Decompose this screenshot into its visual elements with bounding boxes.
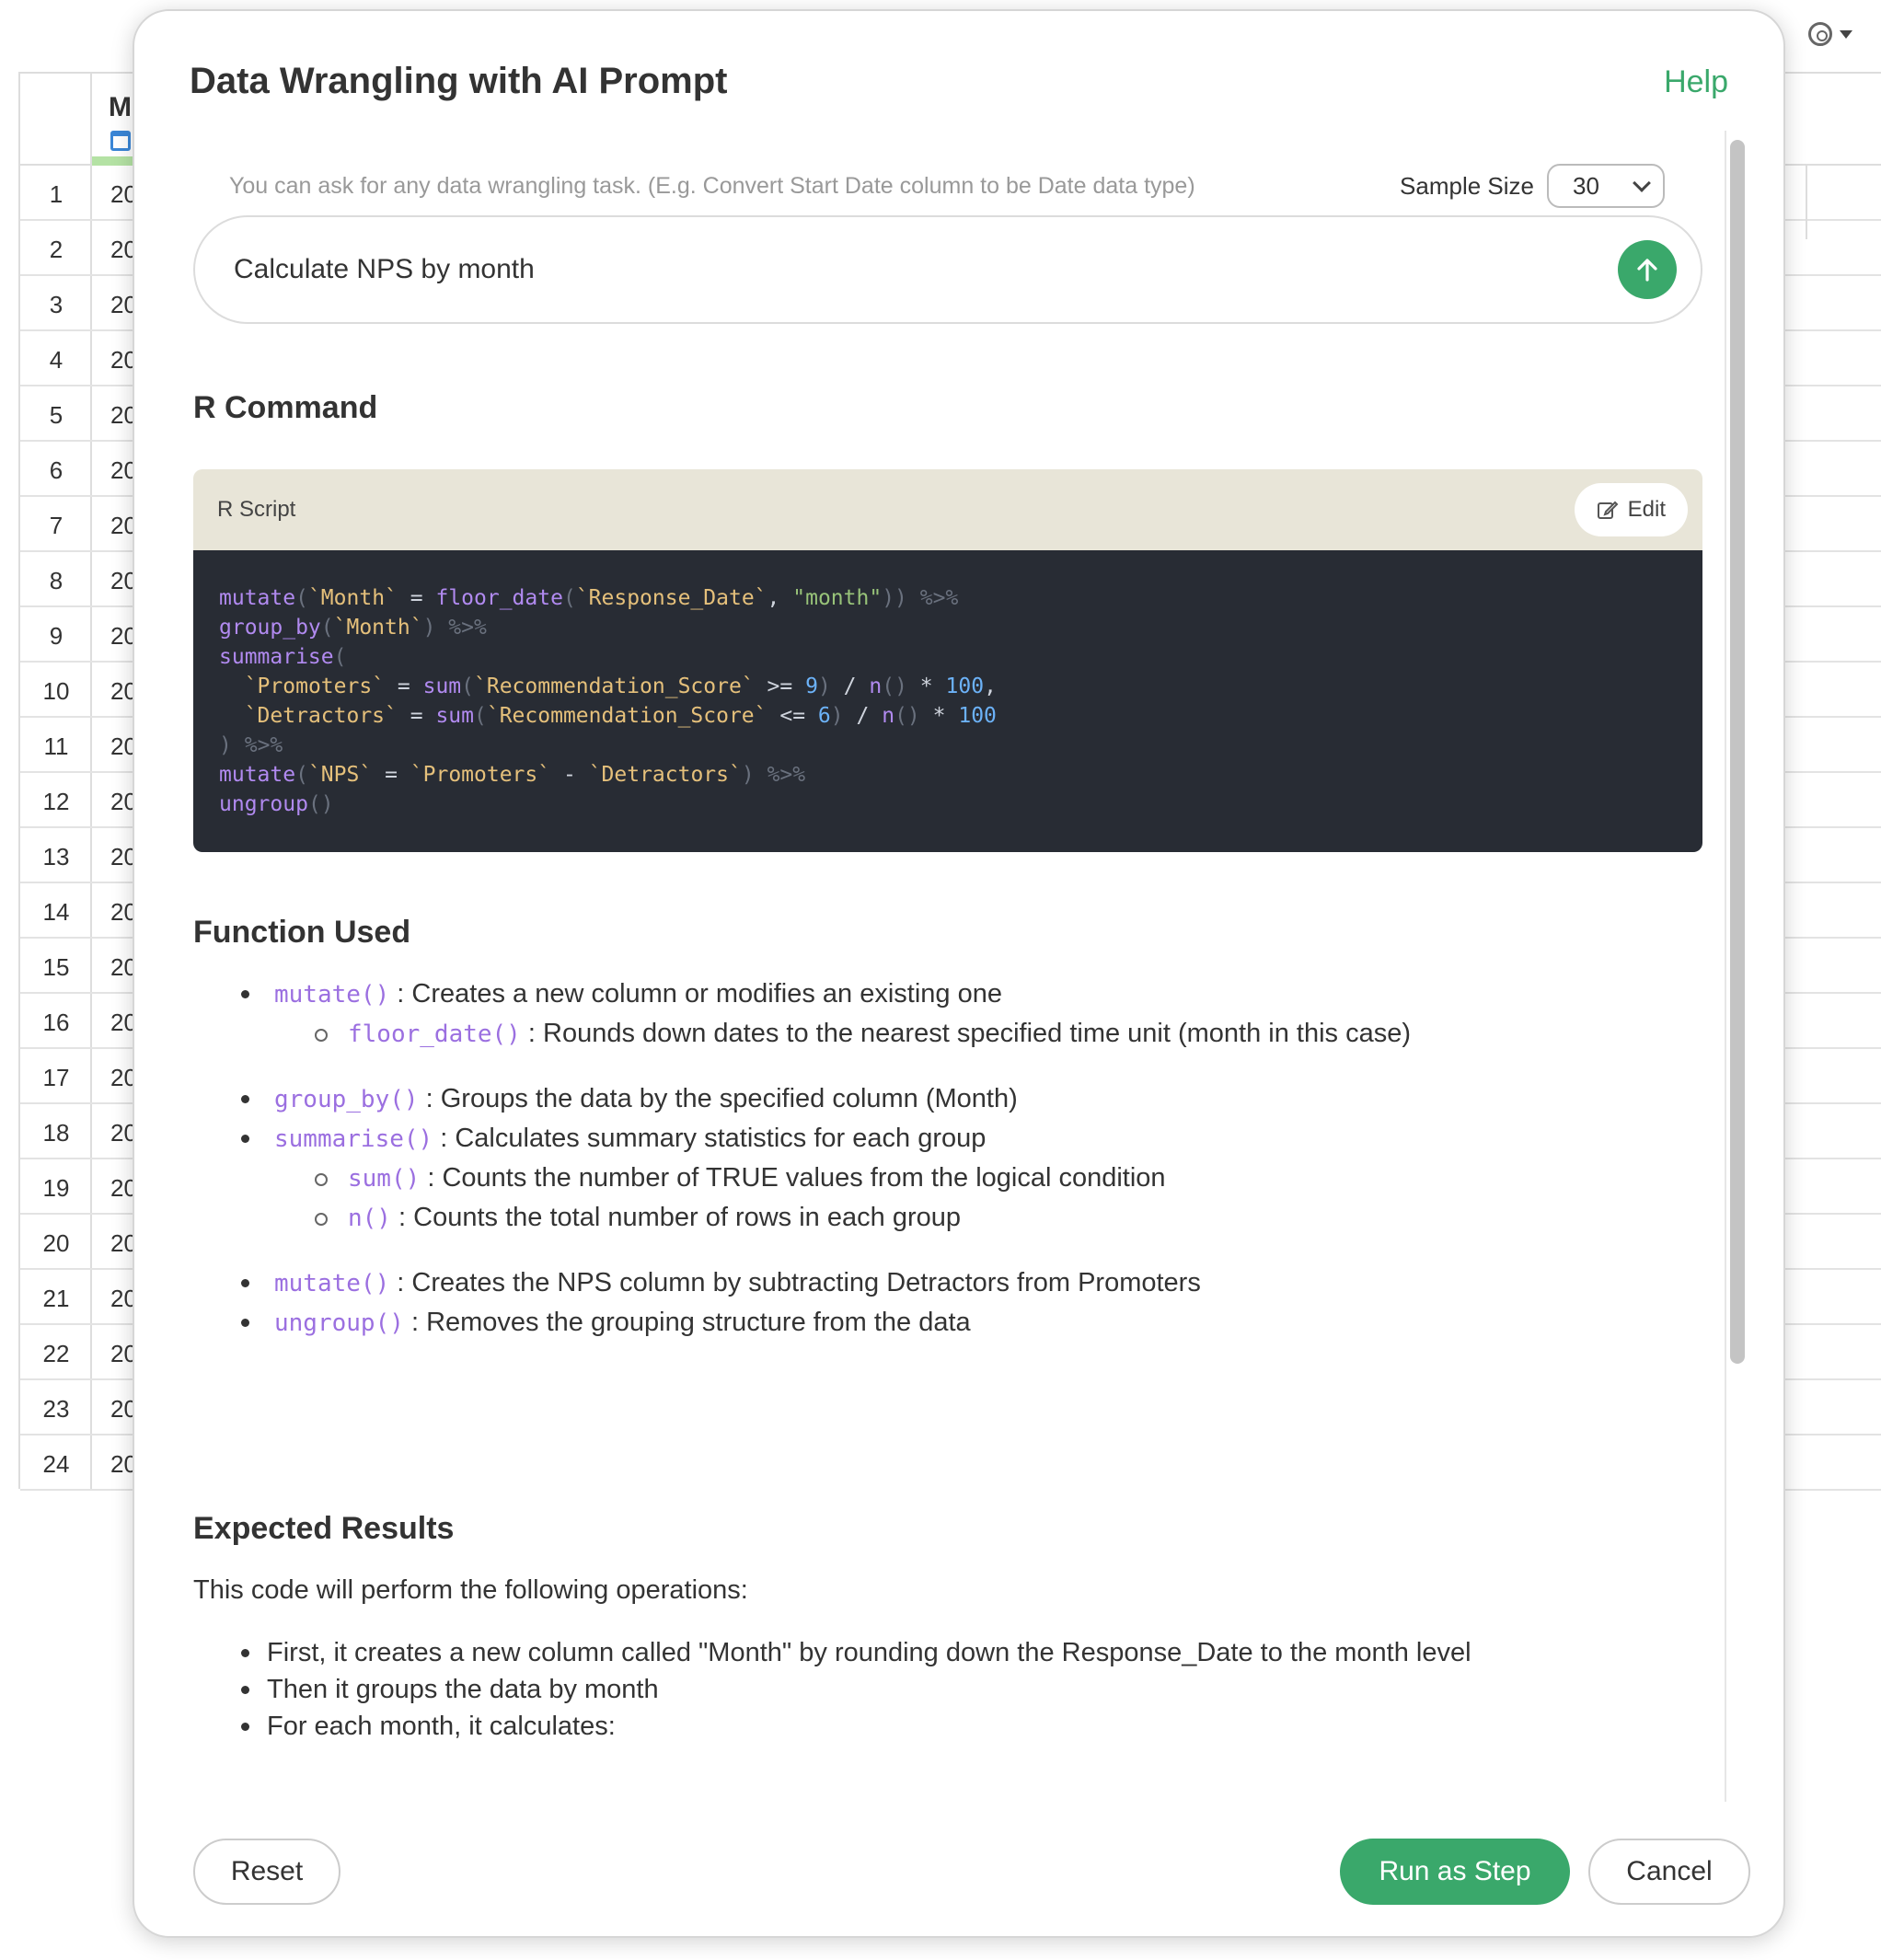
row-number: 8 [49,567,63,594]
run-as-step-button[interactable]: Run as Step [1340,1839,1570,1905]
arrow-up-icon [1637,259,1657,282]
function-item: group_by() : Groups the data by the spec… [193,1080,1702,1118]
row-number: 17 [42,1064,70,1091]
row-number: 19 [42,1174,70,1202]
sample-size-value: 30 [1573,171,1599,200]
row-number: 10 [42,677,70,705]
function-name: n() [348,1205,391,1232]
row-number: 21 [42,1285,70,1312]
dialog-title: Data Wrangling with AI Prompt [190,61,728,101]
results-list: First, it creates a new column called "M… [193,1634,1702,1745]
row-number: 13 [42,843,70,870]
code-line: ungroup() [219,792,334,816]
sample-size-label: Sample Size [1400,171,1534,200]
function-subitem: sum() : Counts the number of TRUE values… [193,1159,1702,1197]
gear-icon[interactable] [1808,22,1832,46]
column-header-label[interactable]: M [109,92,132,123]
function-item: ungroup() : Removes the grouping structu… [193,1304,1702,1342]
code-line: `Promoters` = sum(`Recommendation_Score`… [244,674,997,698]
function-description: : Creates a new column or modifies an ex… [397,979,1002,1009]
function-description: : Rounds down dates to the nearest speci… [527,1019,1412,1048]
r-command-heading: R Command [193,390,378,425]
prompt-hint-row: You can ask for any data wrangling task.… [229,164,1665,208]
scrollbar-thumb[interactable] [1730,140,1745,1364]
function-item: mutate() : Creates the NPS column by sub… [193,1264,1702,1302]
row-number: 11 [43,732,69,760]
settings-menu[interactable] [1808,22,1852,46]
function-name: summarise() [274,1125,433,1153]
code-line: `Detractors` = sum(`Recommendation_Score… [244,704,997,728]
result-item: First, it creates a new column called "M… [193,1634,1702,1671]
code-line: mutate(`NPS` = `Promoters` - `Detractors… [219,763,806,787]
function-description: : Counts the total number of rows in eac… [398,1203,961,1232]
result-item: For each month, it calculates: [193,1708,1702,1745]
sample-size-control: Sample Size 30 [1400,164,1665,208]
function-item: mutate() : Creates a new column or modif… [193,975,1702,1013]
function-name: sum() [348,1165,421,1193]
r-script-card: R Script Edit mutate(`Month` = floor_dat… [193,469,1702,852]
expected-results-heading: Expected Results [193,1511,455,1546]
function-used-heading: Function Used [193,915,411,950]
send-button[interactable] [1618,240,1677,299]
function-name: floor_date() [348,1020,521,1048]
r-script-header: R Script Edit [193,469,1702,550]
edit-icon [1597,501,1619,519]
function-subitem: floor_date() : Rounds down dates to the … [193,1015,1702,1053]
cancel-button[interactable]: Cancel [1588,1839,1750,1905]
chevron-down-icon [1633,174,1651,192]
row-number: 23 [42,1395,70,1423]
row-number: 24 [42,1450,70,1478]
prompt-hint: You can ask for any data wrangling task.… [229,172,1195,199]
edit-button[interactable]: Edit [1574,483,1688,536]
row-number: 9 [49,622,63,650]
function-name: ungroup() [274,1309,404,1337]
row-number: 15 [42,953,70,981]
reset-button[interactable]: Reset [193,1839,340,1905]
row-number: 5 [49,401,63,429]
row-number: 14 [42,898,70,926]
row-number: 22 [42,1340,70,1367]
grid-divider [1806,166,1807,239]
row-number: 1 [49,180,63,208]
row-number: 12 [42,788,70,815]
ai-prompt-dialog: Data Wrangling with AI Prompt Help You c… [133,9,1785,1938]
row-number: 16 [42,1009,70,1036]
function-name: mutate() [274,1270,390,1297]
results-intro: This code will perform the following ope… [193,1575,748,1605]
row-number: 18 [42,1119,70,1147]
dialog-scroll-content[interactable]: You can ask for any data wrangling task.… [134,131,1726,1802]
function-description: : Calculates summary statistics for each… [440,1124,987,1153]
code-line: summarise( [219,645,347,669]
code-line: mutate(`Month` = floor_date(`Response_Da… [219,586,959,610]
function-name: mutate() [274,981,390,1009]
function-description: : Groups the data by the specified colum… [425,1084,1018,1113]
help-link[interactable]: Help [1664,64,1728,100]
row-number: 4 [49,346,63,374]
r-script-code[interactable]: mutate(`Month` = floor_date(`Response_Da… [193,550,1702,852]
sample-size-select[interactable]: 30 [1547,164,1665,208]
prompt-input-value[interactable]: Calculate NPS by month [234,254,535,285]
row-number: 20 [42,1229,70,1257]
row-number: 6 [49,456,63,484]
edit-label: Edit [1627,497,1666,522]
row-number: 2 [49,236,63,263]
result-item: Then it groups the data by month [193,1671,1702,1708]
row-number: 7 [49,512,63,539]
function-list: mutate() : Creates a new column or modif… [193,975,1702,1343]
function-name: group_by() [274,1086,419,1113]
function-description: : Creates the NPS column by subtracting … [397,1268,1201,1297]
function-subitem: n() : Counts the total number of rows in… [193,1199,1702,1237]
row-number: 3 [49,291,63,318]
function-description: : Counts the number of TRUE values from … [427,1163,1166,1193]
prompt-input[interactable]: Calculate NPS by month [193,215,1702,324]
function-item: summarise() : Calculates summary statist… [193,1120,1702,1158]
function-description: : Removes the grouping structure from th… [410,1308,971,1337]
caret-down-icon[interactable] [1840,29,1852,39]
code-line: ) %>% [219,733,283,757]
code-line: group_by(`Month`) %>% [219,616,487,640]
calendar-icon [110,131,131,151]
r-script-label: R Script [217,497,296,522]
